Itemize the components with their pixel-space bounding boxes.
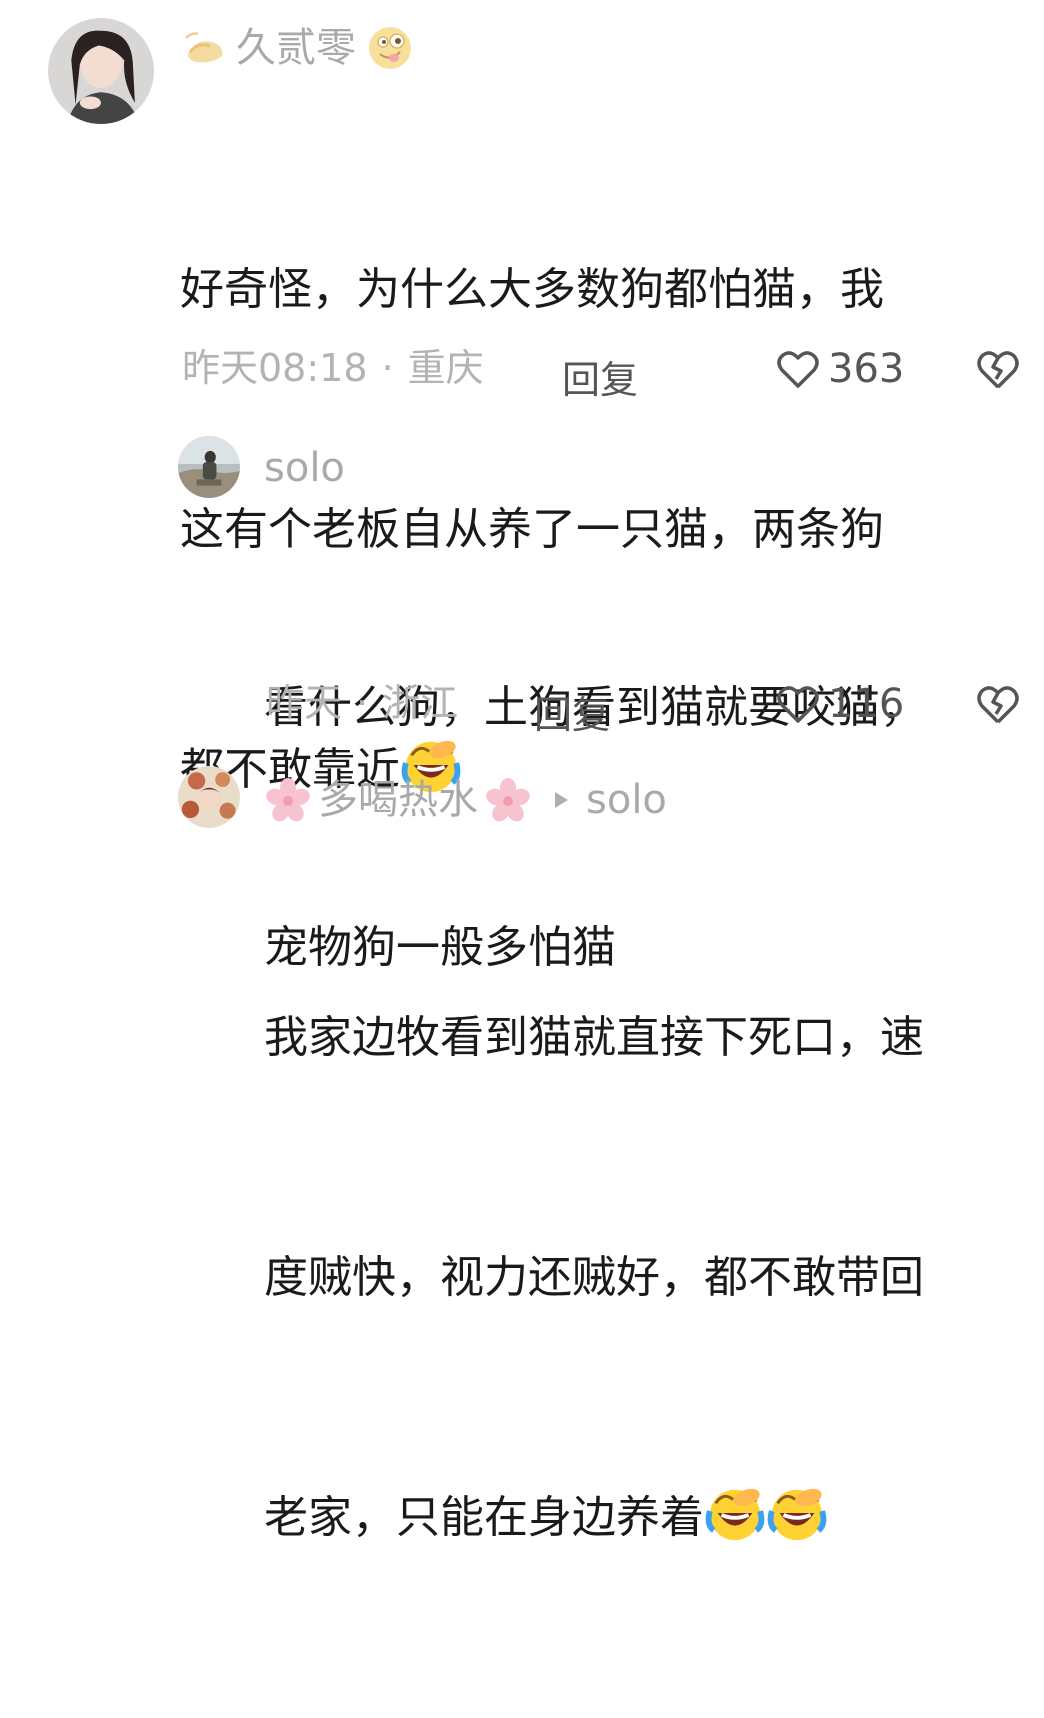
- wave-emoji-icon: [182, 24, 230, 72]
- timestamp: 昨天: [266, 681, 343, 725]
- location: 重庆: [407, 346, 484, 390]
- like-button[interactable]: 363: [776, 346, 904, 392]
- comment-text: 我家边牧看到猫就直接下死口，速 度贼快，视力还贼好，都不敢带回 老家，只能在身边…: [264, 838, 924, 1718]
- location: 浙江: [382, 681, 459, 725]
- cherry-blossom-icon: [484, 776, 532, 824]
- heart-outline-icon: [776, 348, 820, 390]
- like-count: 363: [828, 346, 905, 392]
- avatar[interactable]: [48, 18, 154, 124]
- broken-heart-icon[interactable]: [975, 682, 1021, 726]
- comment-line: 我家边牧看到猫就直接下死口，速: [264, 1012, 924, 1063]
- username-row: 多喝热水 solo: [264, 776, 667, 824]
- separator-dot: ·: [381, 346, 394, 390]
- comment-line: 好奇怪，为什么大多数狗都怕猫，我: [180, 264, 884, 315]
- reply-button[interactable]: 回复: [562, 349, 638, 404]
- username[interactable]: 多喝热水: [318, 780, 478, 820]
- separator-dot: ·: [356, 681, 369, 725]
- username[interactable]: solo: [264, 448, 345, 488]
- tongue-out-emoji-icon: [366, 24, 414, 72]
- avatar[interactable]: [178, 766, 240, 828]
- comment-meta: 昨天08:18 · 重庆: [182, 349, 484, 387]
- comment-line: 度贼快，视力还贼好，都不敢带回: [264, 1252, 924, 1303]
- like-button[interactable]: 116: [776, 681, 904, 727]
- laughing-crying-emoji-icon: [704, 1482, 766, 1544]
- reply-to-username[interactable]: solo: [586, 780, 667, 820]
- comment-line-with-emoji: 老家，只能在身边养着: [264, 1478, 924, 1558]
- broken-heart-icon[interactable]: [975, 347, 1021, 391]
- username-row: 久贰零: [182, 24, 414, 72]
- username[interactable]: 久贰零: [236, 28, 356, 68]
- heart-outline-icon: [776, 683, 820, 725]
- avatar[interactable]: [178, 436, 240, 498]
- cherry-blossom-icon: [264, 776, 312, 824]
- timestamp: 昨天08:18: [182, 346, 368, 390]
- laughing-crying-emoji-icon: [766, 1482, 828, 1544]
- username-row: solo: [264, 448, 345, 488]
- comment-meta: 昨天 · 浙江: [266, 684, 458, 722]
- comment-line: 老家，只能在身边养着: [264, 1492, 704, 1543]
- like-count: 116: [828, 681, 905, 727]
- reply-button[interactable]: 回复: [534, 684, 610, 739]
- reply-arrow-icon: [550, 789, 572, 811]
